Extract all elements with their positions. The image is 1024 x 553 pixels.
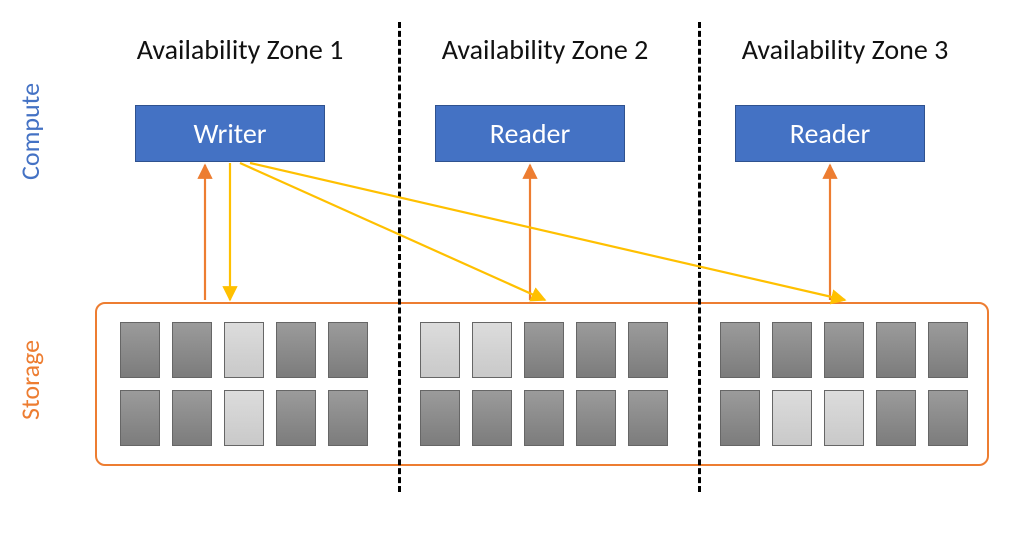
storage-block (772, 322, 812, 378)
storage-block (824, 390, 864, 446)
storage-block (224, 322, 264, 378)
storage-block (720, 322, 760, 378)
storage-blocks-az1 (120, 322, 366, 444)
storage-block (576, 322, 616, 378)
reader-node-az2-label: Reader (490, 116, 570, 151)
storage-block (172, 390, 212, 446)
storage-block (120, 322, 160, 378)
writer-node-label: Writer (193, 116, 266, 151)
storage-block (928, 322, 968, 378)
storage-block (772, 390, 812, 446)
storage-block (824, 322, 864, 378)
storage-block (876, 390, 916, 446)
divider-az2-az3 (698, 22, 701, 492)
diagram-stage: Compute Storage Availability Zone 1 Writ… (0, 0, 1024, 553)
storage-block (328, 390, 368, 446)
storage-block (876, 322, 916, 378)
storage-block (420, 322, 460, 378)
az2-header: Availability Zone 2 (415, 32, 675, 67)
write-arrow-to-az2 (240, 163, 545, 300)
reader-node-az3-label: Reader (790, 116, 870, 151)
storage-block (628, 322, 668, 378)
storage-block (628, 390, 668, 446)
storage-blocks-az2 (420, 322, 666, 444)
storage-block (276, 322, 316, 378)
storage-block (472, 390, 512, 446)
storage-block (276, 390, 316, 446)
storage-block (524, 322, 564, 378)
storage-blocks-az3 (720, 322, 966, 444)
storage-block (928, 390, 968, 446)
arrows-layer (0, 0, 1024, 553)
storage-block (420, 390, 460, 446)
storage-block (472, 322, 512, 378)
torn-edge-decoration (0, 493, 1024, 553)
storage-block (328, 322, 368, 378)
compute-row-label: Compute (14, 83, 46, 180)
storage-block (524, 390, 564, 446)
storage-block (172, 322, 212, 378)
divider-az1-az2 (398, 22, 401, 492)
storage-block (576, 390, 616, 446)
write-arrow-to-az3 (250, 163, 845, 300)
storage-block (120, 390, 160, 446)
az3-header: Availability Zone 3 (715, 32, 975, 67)
az1-header: Availability Zone 1 (110, 32, 370, 67)
reader-node-az2: Reader (435, 105, 625, 162)
storage-row-label: Storage (14, 340, 46, 420)
storage-block (224, 390, 264, 446)
writer-node: Writer (135, 105, 325, 162)
reader-node-az3: Reader (735, 105, 925, 162)
storage-block (720, 390, 760, 446)
